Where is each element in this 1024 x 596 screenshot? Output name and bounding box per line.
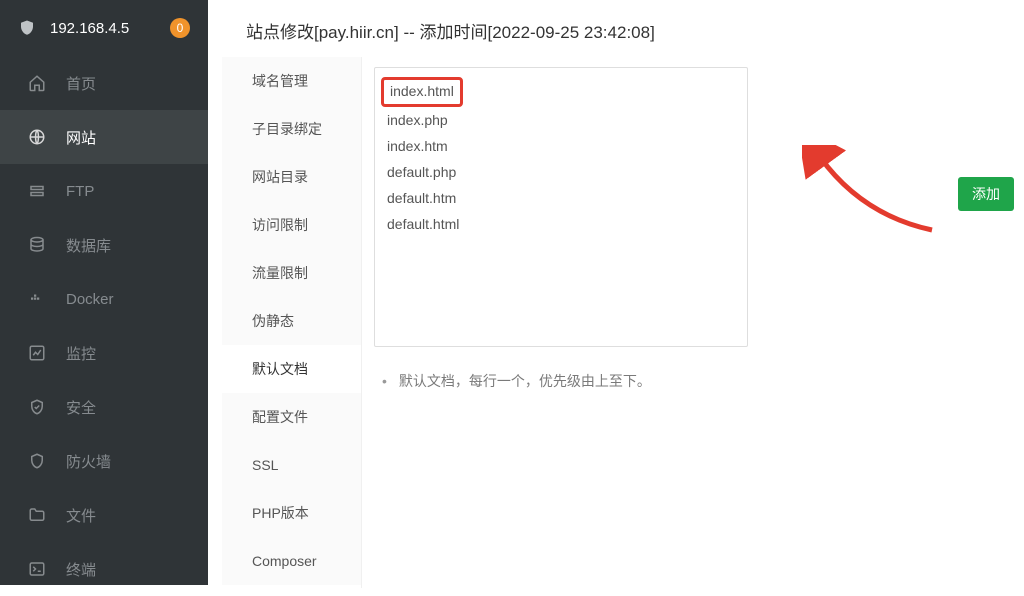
home-icon xyxy=(28,74,46,92)
tab-content: index.html index.php index.htm default.p… xyxy=(362,57,1024,588)
docker-icon xyxy=(28,290,46,308)
sidebar-item-website[interactable]: 网站 xyxy=(0,110,208,164)
default-doc-line: index.php xyxy=(387,107,735,133)
sidebar-item-label: 文件 xyxy=(66,505,96,526)
server-ip: 192.168.4.5 xyxy=(50,20,129,37)
add-button[interactable]: 添加 xyxy=(958,177,1014,211)
database-icon xyxy=(28,236,46,254)
ftp-icon xyxy=(28,182,46,200)
sidebar-item-firewall[interactable]: 防火墙 xyxy=(0,434,208,488)
shield-check-icon xyxy=(28,398,46,416)
sidebar-item-label: 安全 xyxy=(66,397,96,418)
sidebar-item-home[interactable]: 首页 xyxy=(0,56,208,110)
sidebar-item-label: 监控 xyxy=(66,343,96,364)
panel-tabs: 域名管理 子目录绑定 网站目录 访问限制 流量限制 伪静态 默认文档 配置文件 … xyxy=(222,57,362,588)
sidebar-item-label: 网站 xyxy=(66,127,96,148)
sidebar-item-monitor[interactable]: 监控 xyxy=(0,326,208,380)
sidebar-item-ftp[interactable]: FTP xyxy=(0,164,208,218)
tab-default-doc[interactable]: 默认文档 xyxy=(222,345,361,393)
folder-icon xyxy=(28,506,46,524)
sidebar-item-label: Docker xyxy=(66,291,114,308)
site-edit-panel: 站点修改[pay.hiir.cn] -- 添加时间[2022-09-25 23:… xyxy=(222,0,1024,585)
sidebar: 192.168.4.5 0 首页 网站 FTP 数据库 Docker 监控 安全… xyxy=(0,0,208,585)
tab-php[interactable]: PHP版本 xyxy=(222,489,361,537)
sidebar-item-label: 数据库 xyxy=(66,235,111,256)
tab-domain[interactable]: 域名管理 xyxy=(222,57,361,105)
default-doc-line: default.htm xyxy=(387,185,735,211)
tab-access[interactable]: 访问限制 xyxy=(222,201,361,249)
tab-composer[interactable]: Composer xyxy=(222,537,361,585)
firewall-icon xyxy=(28,452,46,470)
server-header: 192.168.4.5 0 xyxy=(0,0,208,56)
tab-traffic[interactable]: 流量限制 xyxy=(222,249,361,297)
tab-subdir[interactable]: 子目录绑定 xyxy=(222,105,361,153)
sidebar-item-database[interactable]: 数据库 xyxy=(0,218,208,272)
default-doc-hint: 默认文档，每行一个，优先级由上至下。 xyxy=(374,371,1000,391)
sidebar-item-terminal[interactable]: 终端 xyxy=(0,542,208,596)
sidebar-item-label: 首页 xyxy=(66,73,96,94)
tab-config[interactable]: 配置文件 xyxy=(222,393,361,441)
panel-title: 站点修改[pay.hiir.cn] -- 添加时间[2022-09-25 23:… xyxy=(222,0,1024,57)
sidebar-item-docker[interactable]: Docker xyxy=(0,272,208,326)
default-doc-line: default.html xyxy=(387,211,735,237)
sidebar-item-label: 防火墙 xyxy=(66,451,111,472)
tab-webroot[interactable]: 网站目录 xyxy=(222,153,361,201)
sidebar-item-label: FTP xyxy=(66,183,94,200)
tab-ssl[interactable]: SSL xyxy=(222,441,361,489)
sidebar-item-files[interactable]: 文件 xyxy=(0,488,208,542)
default-doc-line: default.php xyxy=(387,159,735,185)
annotation-arrow-icon xyxy=(802,145,942,245)
sidebar-item-label: 终端 xyxy=(66,559,96,580)
default-doc-line: index.htm xyxy=(387,133,735,159)
notification-badge[interactable]: 0 xyxy=(170,18,190,38)
globe-icon xyxy=(28,128,46,146)
default-docs-textarea[interactable]: index.html index.php index.htm default.p… xyxy=(374,67,748,347)
chart-icon xyxy=(28,344,46,362)
shield-icon xyxy=(18,19,36,37)
terminal-icon xyxy=(28,560,46,578)
tab-rewrite[interactable]: 伪静态 xyxy=(222,297,361,345)
sidebar-item-security[interactable]: 安全 xyxy=(0,380,208,434)
default-doc-highlighted: index.html xyxy=(381,77,463,107)
